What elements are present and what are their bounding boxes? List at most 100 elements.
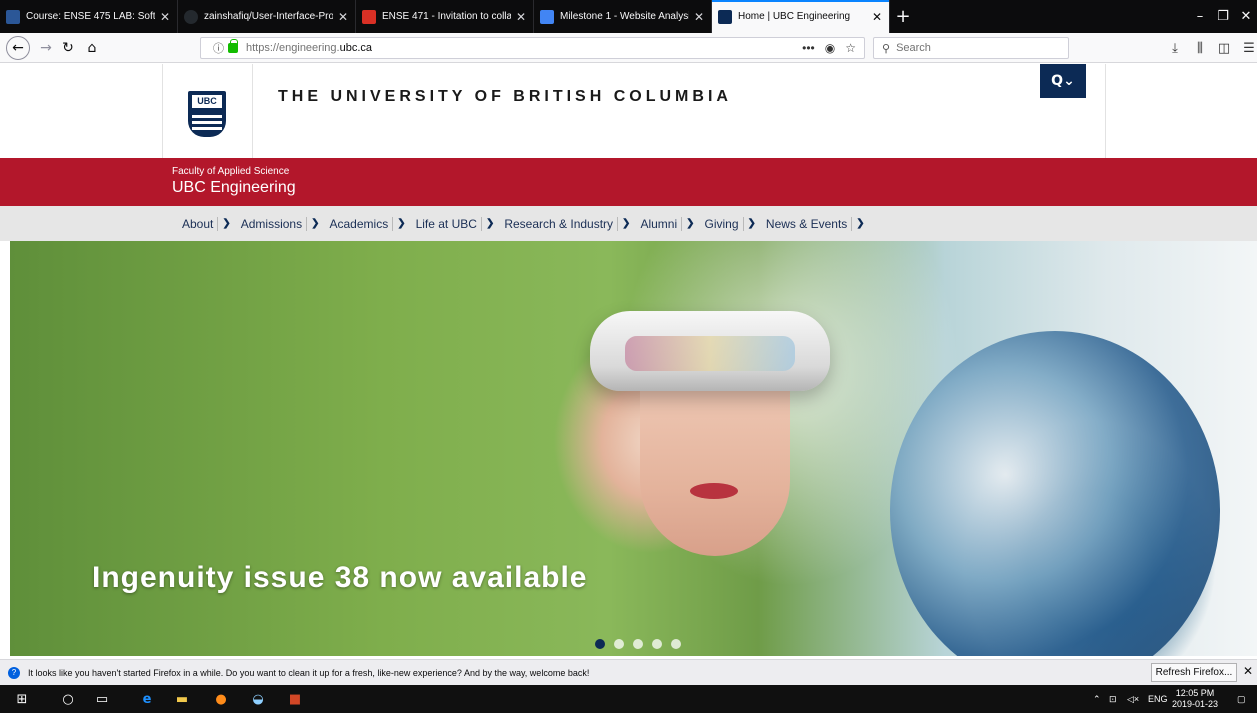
- close-tab-icon[interactable]: ✕: [159, 10, 171, 24]
- menu-separator: [480, 216, 482, 231]
- menu-item-label[interactable]: Giving: [705, 217, 743, 231]
- hamburger-menu-icon[interactable]: ☰: [1236, 33, 1257, 63]
- hero-carousel[interactable]: Ingenuity issue 38 now available: [10, 241, 1257, 656]
- powerpoint-icon[interactable]: ■: [285, 689, 305, 709]
- search-input[interactable]: ⚲ Search: [873, 37, 1069, 59]
- crest-text: UBC: [192, 95, 222, 108]
- chevron-down-icon[interactable]: ❯: [856, 218, 864, 229]
- notification-message: It looks like you haven't started Firefo…: [28, 667, 590, 678]
- url-text[interactable]: https://engineering.ubc.ca: [246, 42, 372, 54]
- tab-github[interactable]: zainshafiq/User-Interface-Prog ✕: [178, 0, 356, 33]
- firefox-icon[interactable]: ●: [211, 689, 231, 709]
- menu-item-academics[interactable]: Academics ❯: [330, 216, 416, 231]
- ubc-favicon-icon: [718, 9, 732, 24]
- unit-name[interactable]: UBC Engineering: [172, 179, 296, 197]
- language-indicator[interactable]: ENG: [1148, 685, 1168, 713]
- task-view-icon[interactable]: ▭: [92, 689, 112, 709]
- gmail-favicon-icon: [362, 9, 376, 24]
- close-window-icon[interactable]: ✕: [1232, 0, 1257, 33]
- page-actions-menu-icon[interactable]: •••: [802, 41, 815, 55]
- close-tab-icon[interactable]: ✕: [515, 10, 527, 24]
- carousel-dot[interactable]: [595, 639, 605, 649]
- menu-item-label[interactable]: Admissions: [241, 217, 306, 231]
- divider: [1105, 64, 1106, 158]
- site-info-icon[interactable]: ⓘ: [213, 40, 224, 56]
- chevron-down-icon[interactable]: ❯: [311, 218, 319, 229]
- menu-item-admissions[interactable]: Admissions ❯: [241, 216, 330, 231]
- menu-item-label[interactable]: Academics: [330, 217, 393, 231]
- sidebar-icon[interactable]: ◫: [1211, 33, 1237, 63]
- windows-start-icon[interactable]: ⊞: [12, 689, 32, 709]
- carousel-dot[interactable]: [652, 639, 662, 649]
- github-favicon-icon: [184, 9, 198, 24]
- faculty-name[interactable]: Faculty of Applied Science: [172, 166, 289, 177]
- chevron-down-icon[interactable]: ❯: [486, 218, 494, 229]
- menu-item-label[interactable]: About: [182, 217, 217, 231]
- menu-item-research-industry[interactable]: Research & Industry ❯: [504, 216, 640, 231]
- tab-title: ENSE 471 - Invitation to collabo: [382, 11, 511, 22]
- menu-item-about[interactable]: About ❯: [182, 216, 241, 231]
- menu-item-alumni[interactable]: Alumni ❯: [640, 216, 704, 231]
- university-name[interactable]: THE UNIVERSITY OF BRITISH COLUMBIA: [278, 88, 732, 106]
- address-bar[interactable]: ⓘ https://engineering.ubc.ca ••• ◉ ☆: [200, 37, 865, 59]
- menu-item-life-at-ubc[interactable]: Life at UBC ❯: [416, 216, 505, 231]
- app-icon[interactable]: ◒: [248, 689, 268, 709]
- bookmark-star-icon[interactable]: ☆: [845, 41, 856, 55]
- network-icon[interactable]: ⊡: [1109, 685, 1117, 713]
- carousel-dot[interactable]: [614, 639, 624, 649]
- close-tab-icon[interactable]: ✕: [337, 10, 349, 24]
- menu-separator: [617, 216, 619, 231]
- menu-item-label[interactable]: Research & Industry: [504, 217, 617, 231]
- menu-item-giving[interactable]: Giving ❯: [705, 216, 766, 231]
- woman-face-image: [640, 386, 790, 556]
- file-explorer-icon[interactable]: ▬: [172, 689, 192, 709]
- chevron-down-icon[interactable]: ❯: [222, 218, 230, 229]
- edge-icon[interactable]: e: [137, 689, 157, 709]
- carousel-dot[interactable]: [671, 639, 681, 649]
- volume-icon[interactable]: ◁×: [1127, 685, 1139, 713]
- chevron-down-icon[interactable]: ❯: [397, 218, 405, 229]
- ubc-crest-logo[interactable]: UBC: [188, 91, 226, 137]
- clock[interactable]: 12:05 PM 2019-01-23: [1172, 688, 1218, 710]
- moodle-favicon-icon: [6, 9, 20, 24]
- refresh-firefox-button[interactable]: Refresh Firefox...: [1151, 663, 1237, 682]
- tab-ense475[interactable]: Course: ENSE 475 LAB: Software Tes ✕: [0, 0, 178, 33]
- close-notification-icon[interactable]: ✕: [1243, 664, 1253, 678]
- chevron-down-icon[interactable]: ❯: [622, 218, 630, 229]
- ubc-header: UBC THE UNIVERSITY OF BRITISH COLUMBIA Q…: [0, 64, 1257, 158]
- site-search-toggle-icon[interactable]: Q⌄: [1040, 64, 1086, 98]
- cortana-search-icon[interactable]: ○: [58, 689, 78, 709]
- tray-chevron-icon[interactable]: ⌃: [1093, 685, 1101, 713]
- menu-item-label[interactable]: Alumni: [640, 217, 681, 231]
- reload-button[interactable]: ↻: [56, 36, 80, 60]
- menu-item-label[interactable]: Life at UBC: [416, 217, 481, 231]
- home-button[interactable]: ⌂: [80, 36, 104, 60]
- pocket-icon[interactable]: ◉: [825, 41, 835, 55]
- carousel-dot[interactable]: [633, 639, 643, 649]
- library-icon[interactable]: ⫼: [1187, 33, 1213, 63]
- back-button[interactable]: ←: [6, 36, 30, 60]
- hero-title[interactable]: Ingenuity issue 38 now available: [92, 561, 588, 595]
- downloads-icon[interactable]: ⤓: [1162, 33, 1188, 63]
- chevron-down-icon[interactable]: ❯: [686, 218, 694, 229]
- menu-item-label[interactable]: News & Events: [766, 217, 851, 231]
- menu-separator: [681, 216, 683, 231]
- tab-google-docs[interactable]: Milestone 1 - Website Analysis ✕: [534, 0, 712, 33]
- close-tab-icon[interactable]: ✕: [693, 10, 705, 24]
- forward-button[interactable]: →: [34, 36, 58, 60]
- tab-gmail[interactable]: ENSE 471 - Invitation to collabo ✕: [356, 0, 534, 33]
- docs-favicon-icon: [540, 9, 554, 24]
- lock-icon[interactable]: [228, 39, 238, 53]
- menu-item-news-events[interactable]: News & Events ❯: [766, 216, 875, 231]
- crest-wave: [192, 127, 222, 130]
- new-tab-button[interactable]: +: [890, 0, 916, 33]
- close-tab-icon[interactable]: ✕: [871, 10, 883, 24]
- navigation-toolbar: ← → ↻ ⌂ ⓘ https://engineering.ubc.ca •••…: [0, 33, 1257, 63]
- action-center-icon[interactable]: ▢: [1237, 685, 1246, 713]
- tab-title: Home | UBC Engineering: [738, 11, 851, 22]
- tab-ubc-engineering[interactable]: Home | UBC Engineering ✕: [712, 0, 890, 33]
- chevron-down-icon[interactable]: ❯: [748, 218, 756, 229]
- tab-title: zainshafiq/User-Interface-Prog: [204, 11, 333, 22]
- crest-wave: [192, 121, 222, 124]
- menu-separator: [742, 216, 744, 231]
